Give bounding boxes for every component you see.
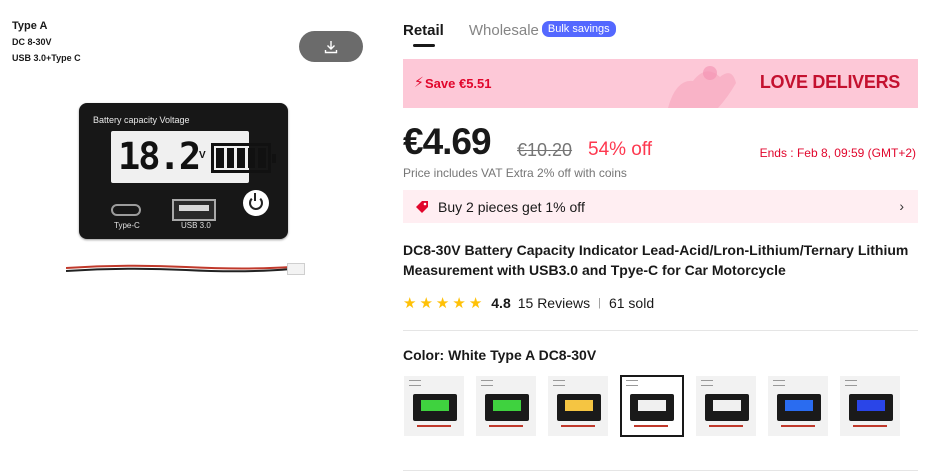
caption-voltage: DC 8-30V: [12, 37, 52, 47]
bulk-savings-badge: Bulk savings: [541, 20, 616, 37]
swatch-device: [777, 394, 821, 421]
wire-connector: [287, 263, 305, 275]
caption-type: Type A: [12, 20, 48, 32]
vat-note: Price includes VAT Extra 2% off with coi…: [403, 166, 627, 180]
tab-retail[interactable]: Retail: [403, 22, 444, 47]
swatch-device: [705, 394, 749, 421]
download-icon: [324, 40, 338, 53]
swatch-caption: [481, 380, 493, 386]
swatch-lcd: [638, 400, 666, 411]
color-swatch[interactable]: [620, 375, 684, 437]
device-lcd: 18.2 V: [111, 131, 276, 183]
hand-heart-icon: [668, 66, 736, 108]
product-title: DC8-30V Battery Capacity Indicator Lead-…: [403, 242, 909, 278]
port-c-label: Type-C: [114, 221, 140, 230]
promo-brand-text: LOVE DELIVERS: [759, 72, 900, 92]
color-swatch[interactable]: [476, 376, 536, 436]
color-swatch[interactable]: [696, 376, 756, 436]
color-swatches: [404, 375, 900, 437]
swatch-lcd: [493, 400, 521, 411]
device-title: Battery capacity Voltage: [93, 115, 190, 125]
color-swatch[interactable]: [840, 376, 900, 436]
current-price: €4.69: [403, 121, 492, 162]
swatch-lcd: [713, 400, 741, 411]
color-label: Color: White Type A DC8-30V: [403, 347, 597, 363]
swatch-wire: [417, 425, 451, 427]
coupon-bar[interactable]: Buy 2 pieces get 1% off ›: [403, 190, 918, 223]
promo-save-text: Save €5.51: [425, 76, 492, 91]
lcd-unit: V: [199, 150, 206, 161]
color-swatch[interactable]: [404, 376, 464, 436]
battery-icon: [211, 143, 276, 173]
swatch-caption: [409, 380, 421, 386]
promo-banner: ⚡ Save €5.51 LOVE DELIVERS: [403, 59, 918, 108]
sold-count: 61 sold: [608, 295, 655, 311]
rating-row: ★ ★ ★ ★ ★ 4.8 15 Reviews | 61 sold: [403, 295, 654, 311]
wire-cable: [66, 264, 291, 273]
usb-a-port: [172, 199, 216, 221]
divider: [403, 470, 918, 471]
swatch-lcd: [421, 400, 449, 411]
star-icon: ★: [452, 294, 466, 312]
star-icon: ★: [419, 294, 433, 312]
color-swatch[interactable]: [768, 376, 828, 436]
swatch-lcd: [565, 400, 593, 411]
port-a-label: USB 3.0: [181, 221, 211, 230]
star-rating: ★ ★ ★ ★ ★: [403, 296, 482, 311]
original-price: €10.20: [517, 140, 573, 160]
swatch-caption: [553, 380, 565, 386]
price-tabs: Retail Wholesale Bulk savings: [403, 20, 616, 47]
power-button-icon: [243, 190, 269, 216]
swatch-device: [413, 394, 457, 421]
discount-percent: 54% off: [588, 139, 653, 160]
swatch-device: [849, 394, 893, 421]
image-caption: Type A DC 8-30V USB 3.0+Type C: [12, 18, 81, 66]
download-button[interactable]: [299, 31, 363, 62]
swatch-wire: [634, 425, 668, 427]
swatch-lcd: [785, 400, 813, 411]
coupon-text: Buy 2 pieces get 1% off: [438, 198, 585, 215]
lcd-value: 18.2: [118, 135, 201, 178]
swatch-device: [485, 394, 529, 421]
reviews-link[interactable]: 15 Reviews: [518, 295, 590, 311]
swatch-wire: [561, 425, 595, 427]
swatch-caption: [626, 380, 638, 386]
swatch-lcd: [857, 400, 885, 411]
usb-c-port: [111, 204, 141, 216]
swatch-caption: [701, 380, 713, 386]
star-icon: ★: [435, 294, 450, 312]
device-picture: Battery capacity Voltage 18.2 V Type-C U…: [79, 103, 288, 239]
swatch-wire: [489, 425, 523, 427]
tag-icon: [416, 200, 428, 213]
swatch-wire: [781, 425, 815, 427]
star-icon: ★: [403, 294, 417, 312]
price-row: €4.69 €10.20 54% off Ends : Feb 8, 09:59…: [403, 121, 918, 165]
swatch-wire: [709, 425, 743, 427]
swatch-wire: [853, 425, 887, 427]
separator: |: [598, 297, 601, 309]
swatch-device: [630, 394, 674, 421]
star-icon: ★: [468, 294, 483, 312]
rating-score: 4.8: [491, 295, 511, 311]
chevron-right-icon: ›: [899, 198, 904, 214]
flash-icon: ⚡: [414, 74, 424, 90]
product-image[interactable]: Type A DC 8-30V USB 3.0+Type C Battery c…: [0, 0, 375, 476]
caption-ports: USB 3.0+Type C: [12, 53, 81, 63]
tab-wholesale[interactable]: Wholesale: [469, 22, 539, 39]
divider: [403, 330, 918, 331]
swatch-caption: [773, 380, 785, 386]
color-swatch[interactable]: [548, 376, 608, 436]
sale-end-time: Ends : Feb 8, 09:59 (GMT+2): [759, 146, 916, 160]
swatch-device: [557, 394, 601, 421]
swatch-caption: [845, 380, 857, 386]
